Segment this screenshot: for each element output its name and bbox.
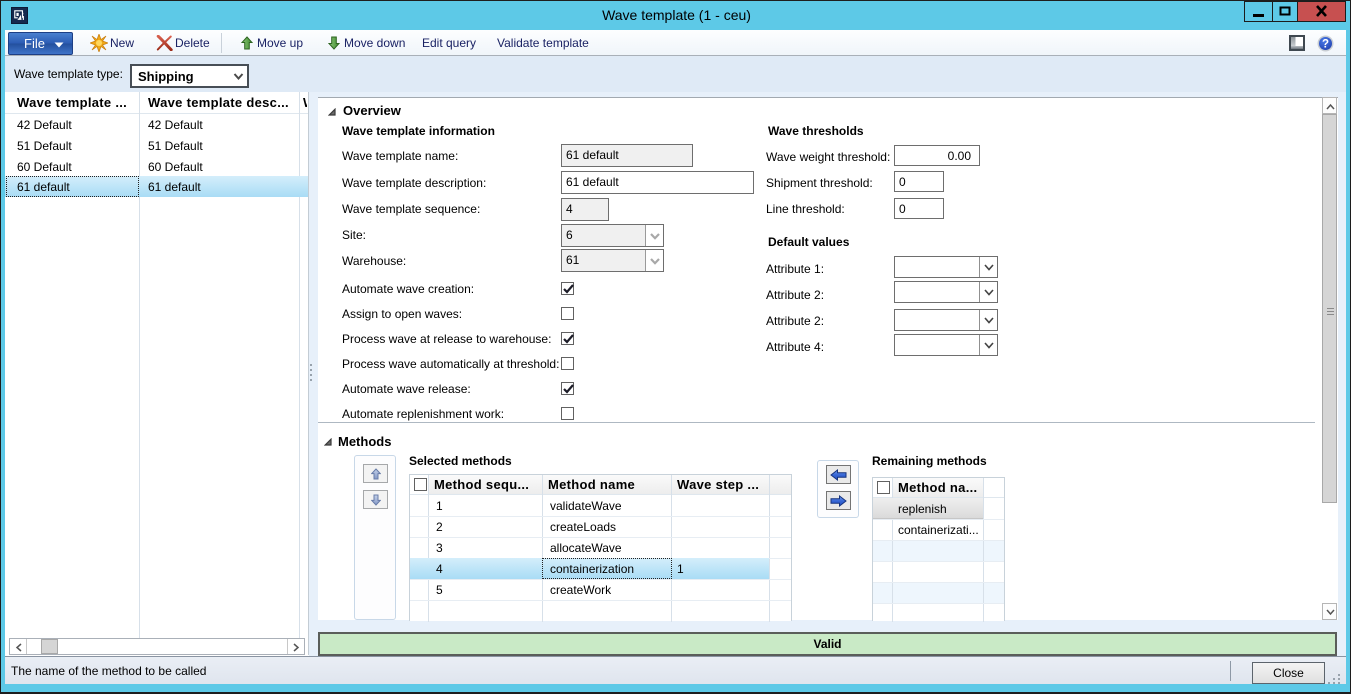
svg-text:?: ? bbox=[1322, 39, 1329, 51]
